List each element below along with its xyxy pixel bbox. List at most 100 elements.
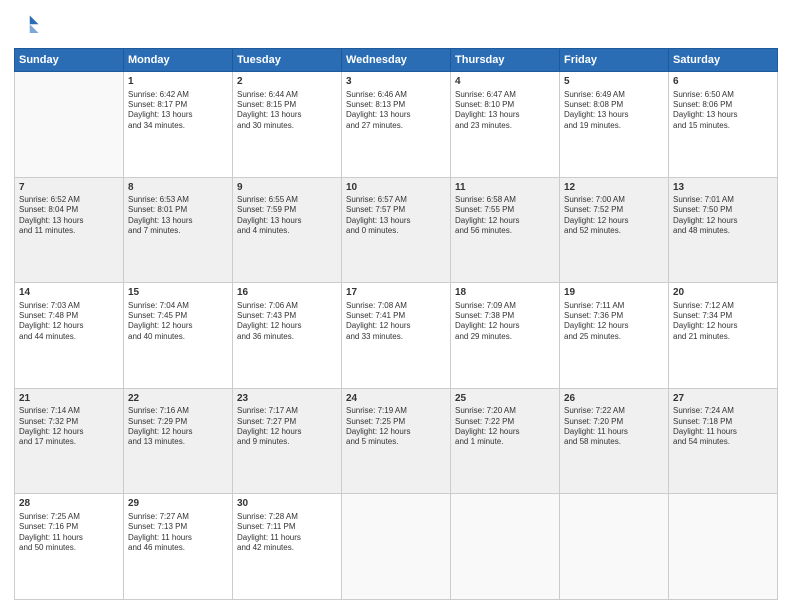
day-info: Sunrise: 7:22 AM Sunset: 7:20 PM Dayligh… [564, 406, 664, 448]
calendar-cell: 17Sunrise: 7:08 AM Sunset: 7:41 PM Dayli… [342, 283, 451, 389]
day-number: 1 [128, 75, 228, 89]
day-info: Sunrise: 7:24 AM Sunset: 7:18 PM Dayligh… [673, 406, 773, 448]
calendar-cell: 20Sunrise: 7:12 AM Sunset: 7:34 PM Dayli… [669, 283, 778, 389]
weekday-friday: Friday [560, 49, 669, 72]
week-row-4: 21Sunrise: 7:14 AM Sunset: 7:32 PM Dayli… [15, 388, 778, 494]
calendar-cell: 27Sunrise: 7:24 AM Sunset: 7:18 PM Dayli… [669, 388, 778, 494]
day-info: Sunrise: 6:44 AM Sunset: 8:15 PM Dayligh… [237, 90, 337, 132]
weekday-saturday: Saturday [669, 49, 778, 72]
calendar-cell: 24Sunrise: 7:19 AM Sunset: 7:25 PM Dayli… [342, 388, 451, 494]
day-info: Sunrise: 6:42 AM Sunset: 8:17 PM Dayligh… [128, 90, 228, 132]
day-info: Sunrise: 6:55 AM Sunset: 7:59 PM Dayligh… [237, 195, 337, 237]
calendar-table: SundayMondayTuesdayWednesdayThursdayFrid… [14, 48, 778, 600]
weekday-thursday: Thursday [451, 49, 560, 72]
day-number: 13 [673, 181, 773, 195]
calendar-cell: 8Sunrise: 6:53 AM Sunset: 8:01 PM Daylig… [124, 177, 233, 283]
day-info: Sunrise: 7:11 AM Sunset: 7:36 PM Dayligh… [564, 301, 664, 343]
logo-icon [14, 12, 42, 40]
calendar-cell: 28Sunrise: 7:25 AM Sunset: 7:16 PM Dayli… [15, 494, 124, 600]
day-number: 8 [128, 181, 228, 195]
day-number: 3 [346, 75, 446, 89]
week-row-1: 1Sunrise: 6:42 AM Sunset: 8:17 PM Daylig… [15, 72, 778, 178]
day-info: Sunrise: 6:53 AM Sunset: 8:01 PM Dayligh… [128, 195, 228, 237]
day-number: 7 [19, 181, 119, 195]
weekday-header-row: SundayMondayTuesdayWednesdayThursdayFrid… [15, 49, 778, 72]
day-number: 5 [564, 75, 664, 89]
day-number: 19 [564, 286, 664, 300]
calendar-cell: 11Sunrise: 6:58 AM Sunset: 7:55 PM Dayli… [451, 177, 560, 283]
day-info: Sunrise: 7:06 AM Sunset: 7:43 PM Dayligh… [237, 301, 337, 343]
day-number: 16 [237, 286, 337, 300]
calendar-cell: 10Sunrise: 6:57 AM Sunset: 7:57 PM Dayli… [342, 177, 451, 283]
day-number: 26 [564, 392, 664, 406]
day-info: Sunrise: 7:01 AM Sunset: 7:50 PM Dayligh… [673, 195, 773, 237]
weekday-sunday: Sunday [15, 49, 124, 72]
day-info: Sunrise: 7:27 AM Sunset: 7:13 PM Dayligh… [128, 512, 228, 554]
day-info: Sunrise: 7:16 AM Sunset: 7:29 PM Dayligh… [128, 406, 228, 448]
day-number: 2 [237, 75, 337, 89]
calendar-cell: 25Sunrise: 7:20 AM Sunset: 7:22 PM Dayli… [451, 388, 560, 494]
day-info: Sunrise: 6:50 AM Sunset: 8:06 PM Dayligh… [673, 90, 773, 132]
day-number: 24 [346, 392, 446, 406]
calendar-cell: 5Sunrise: 6:49 AM Sunset: 8:08 PM Daylig… [560, 72, 669, 178]
weekday-wednesday: Wednesday [342, 49, 451, 72]
day-info: Sunrise: 7:25 AM Sunset: 7:16 PM Dayligh… [19, 512, 119, 554]
calendar-cell: 30Sunrise: 7:28 AM Sunset: 7:11 PM Dayli… [233, 494, 342, 600]
day-info: Sunrise: 6:58 AM Sunset: 7:55 PM Dayligh… [455, 195, 555, 237]
calendar-cell: 16Sunrise: 7:06 AM Sunset: 7:43 PM Dayli… [233, 283, 342, 389]
day-number: 15 [128, 286, 228, 300]
day-number: 25 [455, 392, 555, 406]
week-row-2: 7Sunrise: 6:52 AM Sunset: 8:04 PM Daylig… [15, 177, 778, 283]
day-number: 18 [455, 286, 555, 300]
day-info: Sunrise: 7:04 AM Sunset: 7:45 PM Dayligh… [128, 301, 228, 343]
day-info: Sunrise: 6:49 AM Sunset: 8:08 PM Dayligh… [564, 90, 664, 132]
calendar-cell: 22Sunrise: 7:16 AM Sunset: 7:29 PM Dayli… [124, 388, 233, 494]
calendar-cell: 26Sunrise: 7:22 AM Sunset: 7:20 PM Dayli… [560, 388, 669, 494]
calendar-cell: 14Sunrise: 7:03 AM Sunset: 7:48 PM Dayli… [15, 283, 124, 389]
calendar-cell: 15Sunrise: 7:04 AM Sunset: 7:45 PM Dayli… [124, 283, 233, 389]
day-number: 23 [237, 392, 337, 406]
day-number: 17 [346, 286, 446, 300]
day-info: Sunrise: 6:52 AM Sunset: 8:04 PM Dayligh… [19, 195, 119, 237]
day-number: 14 [19, 286, 119, 300]
calendar-cell [560, 494, 669, 600]
weekday-tuesday: Tuesday [233, 49, 342, 72]
day-number: 9 [237, 181, 337, 195]
day-info: Sunrise: 7:19 AM Sunset: 7:25 PM Dayligh… [346, 406, 446, 448]
calendar-cell [15, 72, 124, 178]
day-number: 29 [128, 497, 228, 511]
calendar-cell: 29Sunrise: 7:27 AM Sunset: 7:13 PM Dayli… [124, 494, 233, 600]
page: SundayMondayTuesdayWednesdayThursdayFrid… [0, 0, 792, 612]
calendar-cell: 6Sunrise: 6:50 AM Sunset: 8:06 PM Daylig… [669, 72, 778, 178]
day-number: 4 [455, 75, 555, 89]
calendar-cell: 3Sunrise: 6:46 AM Sunset: 8:13 PM Daylig… [342, 72, 451, 178]
calendar-cell [669, 494, 778, 600]
calendar-cell: 4Sunrise: 6:47 AM Sunset: 8:10 PM Daylig… [451, 72, 560, 178]
calendar-cell: 12Sunrise: 7:00 AM Sunset: 7:52 PM Dayli… [560, 177, 669, 283]
day-number: 21 [19, 392, 119, 406]
day-number: 10 [346, 181, 446, 195]
day-number: 11 [455, 181, 555, 195]
day-info: Sunrise: 7:20 AM Sunset: 7:22 PM Dayligh… [455, 406, 555, 448]
calendar-cell: 21Sunrise: 7:14 AM Sunset: 7:32 PM Dayli… [15, 388, 124, 494]
calendar-cell: 7Sunrise: 6:52 AM Sunset: 8:04 PM Daylig… [15, 177, 124, 283]
day-info: Sunrise: 7:17 AM Sunset: 7:27 PM Dayligh… [237, 406, 337, 448]
day-info: Sunrise: 7:14 AM Sunset: 7:32 PM Dayligh… [19, 406, 119, 448]
day-info: Sunrise: 7:08 AM Sunset: 7:41 PM Dayligh… [346, 301, 446, 343]
day-info: Sunrise: 7:12 AM Sunset: 7:34 PM Dayligh… [673, 301, 773, 343]
logo [14, 12, 46, 40]
day-info: Sunrise: 6:57 AM Sunset: 7:57 PM Dayligh… [346, 195, 446, 237]
day-number: 30 [237, 497, 337, 511]
week-row-3: 14Sunrise: 7:03 AM Sunset: 7:48 PM Dayli… [15, 283, 778, 389]
day-number: 22 [128, 392, 228, 406]
calendar-cell: 18Sunrise: 7:09 AM Sunset: 7:38 PM Dayli… [451, 283, 560, 389]
day-info: Sunrise: 7:09 AM Sunset: 7:38 PM Dayligh… [455, 301, 555, 343]
day-number: 20 [673, 286, 773, 300]
calendar-cell: 13Sunrise: 7:01 AM Sunset: 7:50 PM Dayli… [669, 177, 778, 283]
calendar-cell [342, 494, 451, 600]
day-info: Sunrise: 6:47 AM Sunset: 8:10 PM Dayligh… [455, 90, 555, 132]
calendar-cell: 2Sunrise: 6:44 AM Sunset: 8:15 PM Daylig… [233, 72, 342, 178]
header [14, 12, 778, 40]
day-info: Sunrise: 7:28 AM Sunset: 7:11 PM Dayligh… [237, 512, 337, 554]
week-row-5: 28Sunrise: 7:25 AM Sunset: 7:16 PM Dayli… [15, 494, 778, 600]
